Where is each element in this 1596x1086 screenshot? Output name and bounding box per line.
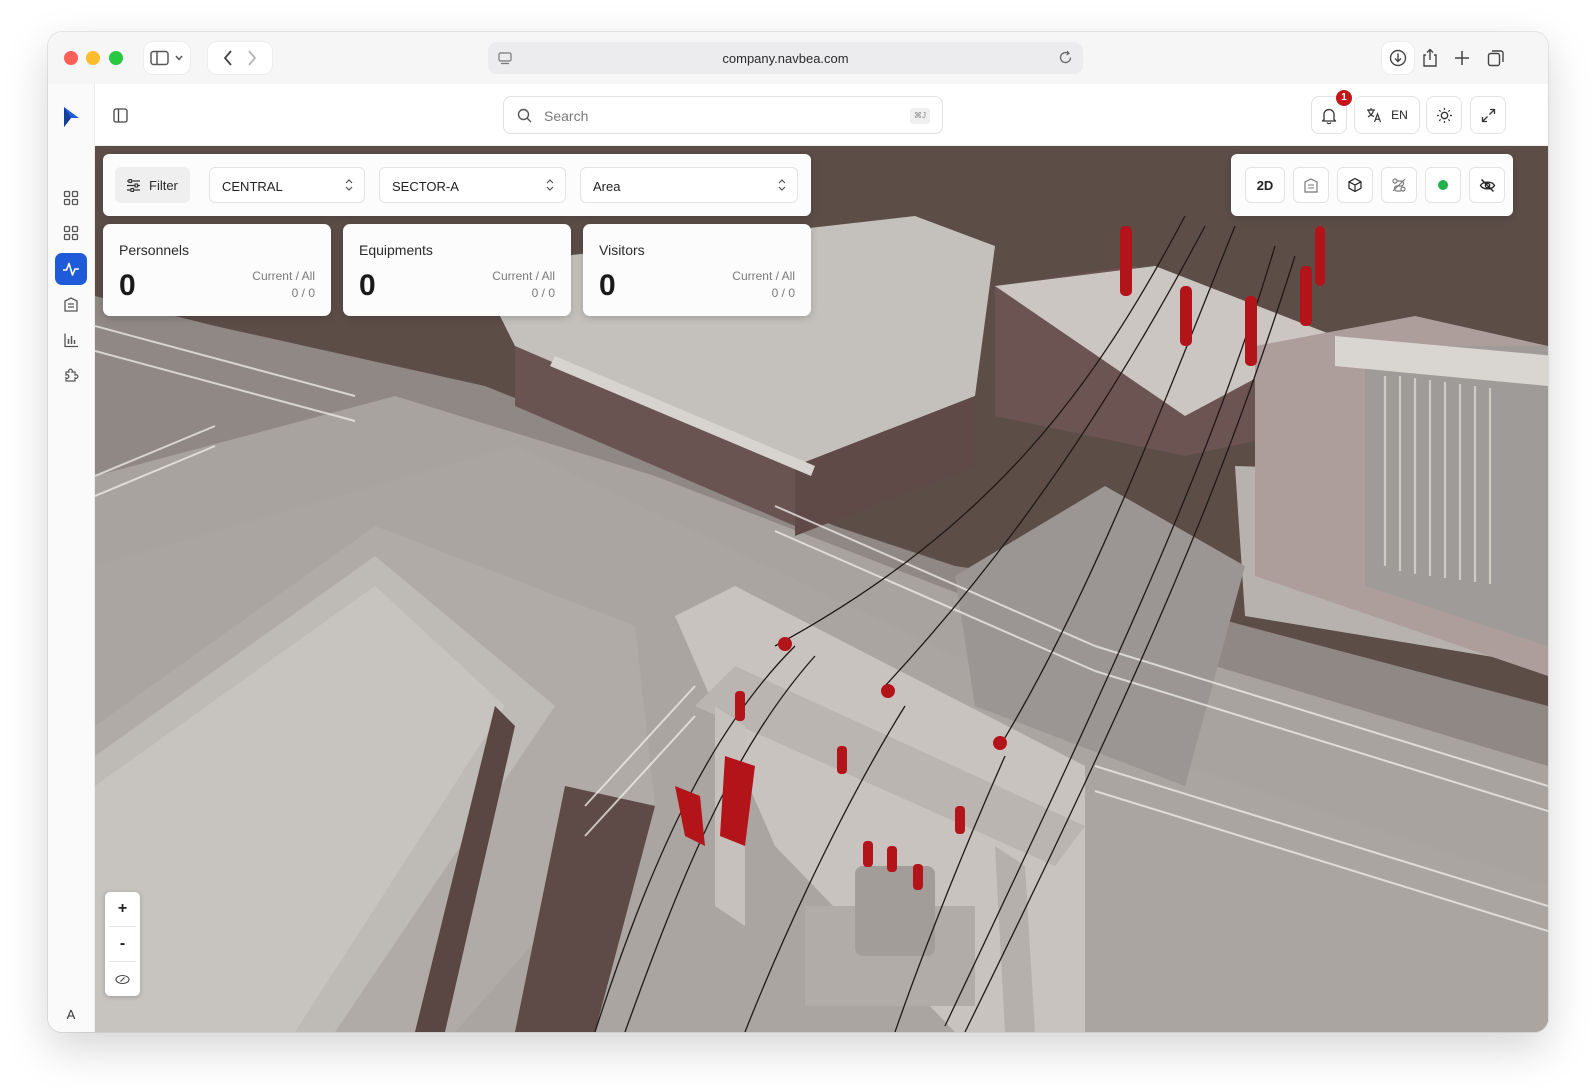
stat-title: Personnels: [119, 242, 190, 258]
download-button[interactable]: [1382, 42, 1414, 74]
logo-icon[interactable]: [61, 106, 81, 128]
building-icon: [64, 297, 78, 312]
stat-label: Current / All: [492, 269, 555, 283]
sector-select[interactable]: SECTOR-A: [379, 167, 566, 203]
area-select[interactable]: Area: [580, 167, 798, 203]
search-icon: [517, 108, 532, 123]
compass-icon: [115, 974, 130, 984]
new-tab-button[interactable]: [1446, 42, 1478, 74]
zoom-out-button[interactable]: -: [105, 927, 140, 961]
filter-bar: Filter CENTRAL SECTOR-A Area: [103, 154, 811, 216]
zoom-controls: + -: [105, 892, 140, 996]
share-icon: [1423, 48, 1437, 67]
stat-ratio: 0 / 0: [531, 286, 555, 300]
sidebar-toggle-button[interactable]: [144, 42, 190, 74]
notifications-button[interactable]: 1: [1311, 90, 1352, 134]
eye-off-icon: [1479, 178, 1495, 192]
view-2d-button[interactable]: 2D: [1245, 167, 1285, 203]
stat-value: 0: [599, 269, 616, 302]
region-select[interactable]: CENTRAL: [209, 167, 365, 203]
tabs-overview-button[interactable]: [1480, 42, 1512, 74]
theme-toggle-button[interactable]: [1426, 96, 1462, 134]
filter-button-label: Filter: [149, 177, 178, 193]
collapse-sidebar-icon[interactable]: [113, 108, 128, 123]
download-icon: [1389, 49, 1407, 67]
zoom-window-button[interactable]: [109, 51, 123, 65]
fullscreen-button[interactable]: [1470, 96, 1506, 134]
forward-icon[interactable]: [247, 50, 257, 66]
filter-button[interactable]: Filter: [115, 167, 190, 203]
area-select-value: Area: [593, 179, 621, 194]
sidebar: A: [48, 84, 95, 1032]
building-icon: [1304, 178, 1318, 193]
translate-icon: [1367, 108, 1382, 123]
browser-window: company.navbea.com A Search ⌘J 1 EN Filt…: [48, 32, 1548, 1032]
notification-badge: 1: [1336, 90, 1352, 106]
sidebar-item-building[interactable]: [55, 288, 87, 320]
route-icon: [1392, 178, 1406, 192]
sidebar-item-dashboard[interactable]: [55, 182, 87, 214]
stat-card-personnels: Personnels 0 Current / All 0 / 0: [103, 224, 331, 316]
minimize-window-button[interactable]: [86, 51, 100, 65]
sidebar-item-integrations[interactable]: [55, 359, 87, 391]
address-bar[interactable]: company.navbea.com: [488, 42, 1083, 74]
visibility-toggle-button[interactable]: [1469, 167, 1505, 203]
stat-label: Current / All: [252, 269, 315, 283]
zoom-in-button[interactable]: +: [105, 892, 140, 926]
building-view-button[interactable]: [1293, 167, 1329, 203]
status-indicator-button[interactable]: [1425, 167, 1461, 203]
stat-card-equipments: Equipments 0 Current / All 0 / 0: [343, 224, 571, 316]
cube-icon: [1348, 177, 1362, 193]
plus-icon: [1455, 51, 1469, 65]
dashboard-icon: [63, 190, 79, 206]
chevron-up-down-icon: [546, 179, 554, 191]
sidebar-item-grid[interactable]: [55, 217, 87, 249]
search-shortcut: ⌘J: [910, 108, 930, 124]
tabs-icon: [1487, 50, 1504, 67]
search-placeholder: Search: [544, 108, 589, 124]
activity-icon: [63, 262, 79, 276]
share-button[interactable]: [1414, 42, 1446, 74]
browser-titlebar: company.navbea.com: [48, 32, 1548, 84]
path-toggle-button[interactable]: [1381, 167, 1417, 203]
top-header: Search ⌘J 1 EN: [95, 84, 1548, 146]
view-controls: 2D: [1231, 154, 1513, 216]
sliders-icon: [127, 178, 140, 192]
stat-title: Equipments: [359, 242, 433, 258]
avatar[interactable]: A: [55, 998, 87, 1030]
bar-chart-icon: [64, 333, 78, 348]
bell-icon: [1321, 108, 1337, 124]
chevron-up-down-icon: [778, 179, 786, 191]
sector-select-value: SECTOR-A: [392, 179, 459, 194]
stat-card-visitors: Visitors 0 Current / All 0 / 0: [583, 224, 811, 316]
back-icon[interactable]: [223, 50, 233, 66]
puzzle-icon: [65, 368, 79, 382]
reset-view-button[interactable]: [105, 962, 140, 996]
stat-ratio: 0 / 0: [291, 286, 315, 300]
close-window-button[interactable]: [64, 51, 78, 65]
view-3d-button[interactable]: [1337, 167, 1373, 203]
language-button[interactable]: EN: [1354, 96, 1420, 134]
region-select-value: CENTRAL: [222, 179, 283, 194]
url-text: company.navbea.com: [722, 51, 849, 66]
app-container: A Search ⌘J 1 EN Filter CENTRAL SECTOR-A…: [48, 84, 1548, 1032]
navigation-buttons: [208, 42, 272, 74]
reload-icon[interactable]: [1058, 50, 1073, 65]
sidebar-item-reports[interactable]: [55, 324, 87, 356]
sidebar-icon: [150, 50, 183, 66]
grid-icon: [63, 225, 79, 241]
map-3d-viewport[interactable]: Filter CENTRAL SECTOR-A Area Personnels: [95, 146, 1548, 1032]
expand-icon: [1481, 108, 1495, 122]
chevron-up-down-icon: [345, 179, 353, 191]
stat-value: 0: [119, 269, 136, 302]
status-dot: [1438, 180, 1448, 190]
stat-value: 0: [359, 269, 376, 302]
sun-icon: [1436, 107, 1452, 123]
stat-title: Visitors: [599, 242, 645, 258]
stat-label: Current / All: [732, 269, 795, 283]
language-label: EN: [1391, 108, 1408, 122]
stat-ratio: 0 / 0: [771, 286, 795, 300]
search-input[interactable]: Search ⌘J: [503, 96, 943, 134]
sidebar-item-activity[interactable]: [55, 253, 87, 285]
